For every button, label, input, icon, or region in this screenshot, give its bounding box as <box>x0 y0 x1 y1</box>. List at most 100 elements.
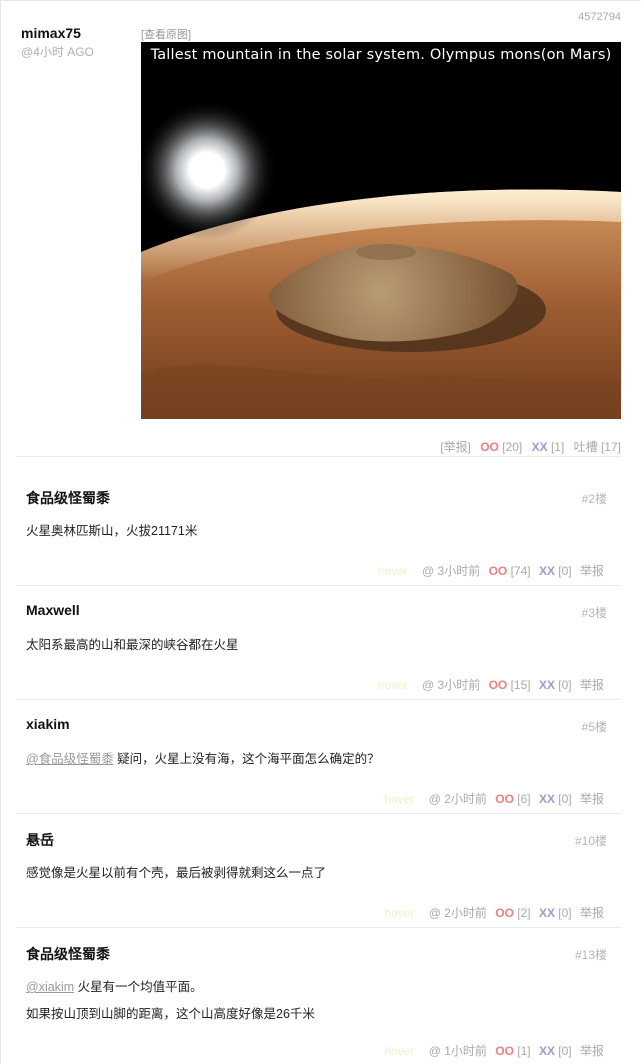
comment-floor[interactable]: #2楼 <box>582 490 607 507</box>
xx-vote[interactable]: XX [1] <box>532 440 565 454</box>
comment-body: 太阳系最高的山和最深的峡谷都在火星 <box>26 632 239 659</box>
post-id[interactable]: 4572794 <box>578 11 621 23</box>
comment-text: 火星有一个均值平面。 <box>74 980 203 994</box>
xx-label: XX <box>538 906 555 920</box>
comment-line: 火星奥林匹斯山，火拔21171米 <box>26 524 198 538</box>
comment-line: @食品级怪蜀黍 疑问，火星上没有海，这个海平面怎么确定的？ <box>26 746 380 773</box>
report-button[interactable]: 举报 <box>580 792 604 806</box>
oo-label: OO <box>495 1044 514 1058</box>
comment-text: 疑问，火星上没有海，这个海平面怎么确定的？ <box>113 752 380 766</box>
oo-label: OO <box>488 564 508 578</box>
comment-footer: hover @ 3小时前 OO [74] XX [0] 举报 <box>373 562 604 579</box>
post-author[interactable]: mimax75 <box>21 25 81 41</box>
comment-body: 感觉像是火星以前有个壳，最后被剥得就剩这么一点了 <box>26 860 326 887</box>
oo-count: [1] <box>517 1044 531 1058</box>
comment-divider <box>16 699 621 700</box>
report-button[interactable]: 举报 <box>580 678 604 692</box>
xx-count: [1] <box>550 440 565 454</box>
comment-divider <box>16 813 621 814</box>
mention-link[interactable]: @食品级怪蜀黍 <box>26 752 114 766</box>
comment-divider <box>16 585 621 586</box>
post-divider <box>16 456 621 457</box>
comment-footer: hover @ 2小时前 OO [2] XX [0] 举报 <box>379 904 604 921</box>
comment-author[interactable]: 食品级怪蜀黍 <box>26 488 110 508</box>
main-post: mimax75 @4小时 AGO 4572794 [查看原图] Tallest … <box>0 0 641 457</box>
xx-label: XX <box>538 564 555 578</box>
comment-author[interactable]: Maxwell <box>26 602 80 618</box>
oo-count: [15] <box>510 678 531 692</box>
comment-divider <box>16 927 621 928</box>
comment-author[interactable]: xiakim <box>26 716 70 732</box>
comment-line: 太阳系最高的山和最深的峡谷都在火星 <box>26 638 239 652</box>
oo-count: [74] <box>510 564 531 578</box>
xx-count: [0] <box>558 678 572 692</box>
oo-label: OO <box>480 440 499 454</box>
comment: 食品级怪蜀黍 #13楼 @xiakim 火星有一个均值平面。 如果按山顶到山脚的… <box>16 944 621 1064</box>
comment-time: @ 1小时前 <box>428 1044 487 1058</box>
hover-hint: hover <box>384 792 415 806</box>
comment-body: @xiakim 火星有一个均值平面。 如果按山顶到山脚的距离，这个山高度好像是2… <box>26 974 315 1028</box>
post-time: @4小时 AGO <box>21 45 94 59</box>
xx-vote[interactable]: XX [0] <box>539 906 572 920</box>
comment-floor[interactable]: #13楼 <box>575 946 607 963</box>
comment-line: @xiakim 火星有一个均值平面。 <box>26 974 315 1001</box>
comment-floor[interactable]: #5楼 <box>582 718 607 735</box>
comment-footer: hover @ 2小时前 OO [6] XX [0] 举报 <box>379 790 604 807</box>
comment-footer: hover @ 3小时前 OO [15] XX [0] 举报 <box>373 676 604 693</box>
xx-vote[interactable]: XX [0] <box>539 792 572 806</box>
comment-time: @ 2小时前 <box>428 792 487 806</box>
comment-time: @ 3小时前 <box>422 678 481 692</box>
oo-count: [6] <box>517 792 531 806</box>
comment-time: @ 3小时前 <box>422 564 481 578</box>
xx-count: [0] <box>558 564 572 578</box>
comment-line: 感觉像是火星以前有个壳，最后被剥得就剩这么一点了 <box>26 866 327 880</box>
xx-vote[interactable]: XX [0] <box>539 564 572 578</box>
hover-hint: hover <box>377 564 408 578</box>
report-button[interactable]: 举报 <box>580 906 604 920</box>
image-caption: Tallest mountain in the solar system. Ol… <box>150 47 612 63</box>
post-image[interactable]: Tallest mountain in the solar system. Ol… <box>141 42 621 419</box>
oo-vote[interactable]: OO [15] <box>489 678 531 692</box>
comment-body: 火星奥林匹斯山，火拔21171米 <box>26 518 197 545</box>
comment-time: @ 2小时前 <box>428 906 487 920</box>
xx-label: XX <box>538 678 555 692</box>
comment: 食品级怪蜀黍 #2楼 火星奥林匹斯山，火拔21171米 hover @ 3小时前… <box>16 488 621 586</box>
comment-floor[interactable]: #3楼 <box>582 604 607 621</box>
hover-hint: hover <box>377 678 408 692</box>
comment-floor[interactable]: #10楼 <box>575 832 607 849</box>
comment-line: 如果按山顶到山脚的距离，这个山高度好像是26千米 <box>26 1007 315 1021</box>
report-button[interactable]: 举报 <box>580 1044 604 1058</box>
hover-hint: hover <box>384 1044 415 1058</box>
xx-count: [0] <box>558 906 572 920</box>
comment: xiakim #5楼 @食品级怪蜀黍 疑问，火星上没有海，这个海平面怎么确定的？… <box>16 716 621 814</box>
oo-label: OO <box>488 678 508 692</box>
oo-label: OO <box>495 792 514 806</box>
oo-vote[interactable]: OO [2] <box>495 906 530 920</box>
oo-vote[interactable]: OO [1] <box>495 1044 530 1058</box>
mention-link[interactable]: @xiakim <box>26 980 74 994</box>
oo-label: OO <box>495 906 514 920</box>
comment: Maxwell #3楼 太阳系最高的山和最深的峡谷都在火星 hover @ 3小… <box>16 602 621 700</box>
xx-label: XX <box>538 792 555 806</box>
view-original-link[interactable]: [查看原图] <box>141 26 191 42</box>
oo-count: [20] <box>502 440 523 454</box>
oo-vote[interactable]: OO [74] <box>489 564 531 578</box>
xx-label: XX <box>531 440 548 454</box>
comment-author[interactable]: 悬岳 <box>26 830 54 850</box>
oo-vote[interactable]: OO [6] <box>495 792 530 806</box>
oo-vote[interactable]: OO [20] <box>480 440 522 454</box>
xx-count: [0] <box>558 792 572 806</box>
report-button[interactable]: [举报] <box>440 440 471 454</box>
mars-olympus-mons-image <box>141 42 621 419</box>
xx-vote[interactable]: XX [0] <box>539 1044 572 1058</box>
oo-count: [2] <box>517 906 531 920</box>
comment-author[interactable]: 食品级怪蜀黍 <box>26 944 110 964</box>
post-actions: [举报] OO [20] XX [1] 吐槽 [17] <box>434 438 621 455</box>
report-button[interactable]: 举报 <box>580 564 604 578</box>
comment-body: @食品级怪蜀黍 疑问，火星上没有海，这个海平面怎么确定的？ <box>26 746 380 773</box>
xx-label: XX <box>538 1044 555 1058</box>
xx-count: [0] <box>558 1044 572 1058</box>
tucao-button[interactable]: 吐槽 [17] <box>574 440 621 454</box>
hover-hint: hover <box>384 906 415 920</box>
xx-vote[interactable]: XX [0] <box>539 678 572 692</box>
